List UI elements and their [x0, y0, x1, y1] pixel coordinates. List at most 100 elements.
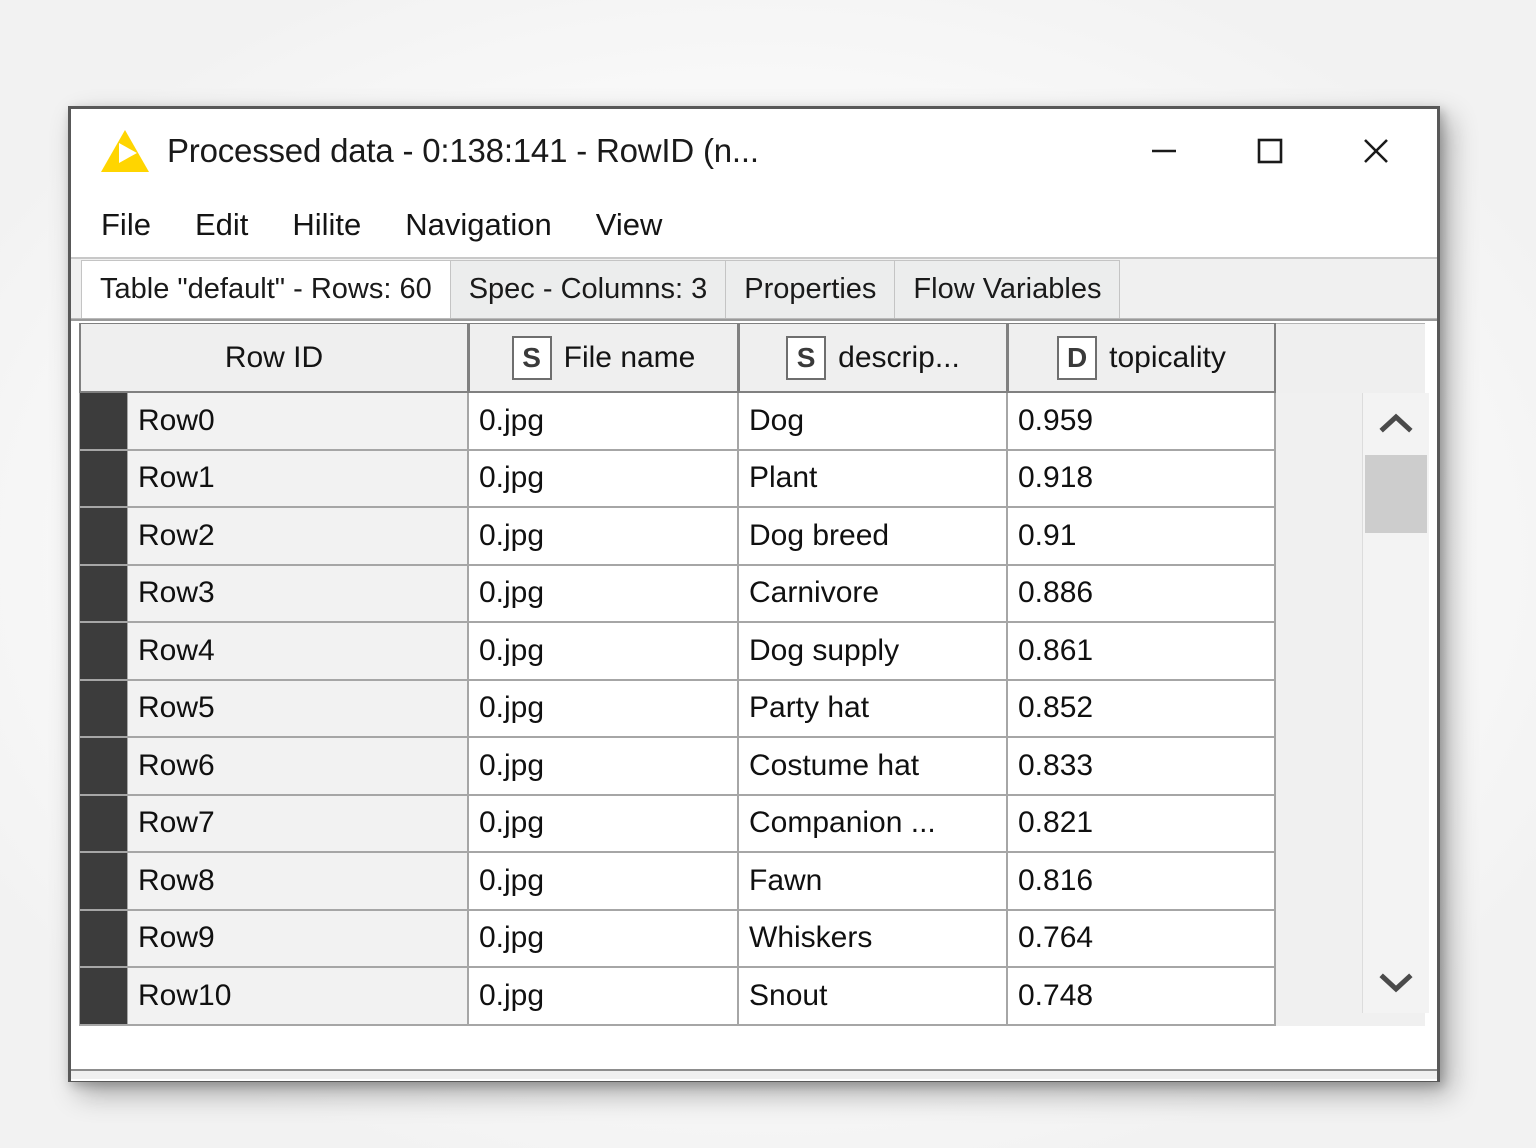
string-type-icon: S	[511, 335, 552, 380]
table-viewer-window: Processed data - 0:138:141 - RowID (n...	[68, 106, 1440, 1082]
cell-file-name: 0.jpg	[469, 968, 739, 1026]
cell-topicality: 0.833	[1008, 738, 1276, 796]
cell-file-name: 0.jpg	[469, 853, 739, 911]
menu-item-edit[interactable]: Edit	[195, 207, 248, 243]
row-color-marker	[79, 508, 127, 566]
cell-row-id: Row10	[127, 968, 469, 1026]
data-table: Row ID S File name S descrip... D topica…	[79, 323, 1425, 1081]
cell-topicality: 0.861	[1008, 623, 1276, 681]
row-color-marker	[79, 795, 127, 853]
tab-properties[interactable]: Properties	[726, 260, 896, 318]
table-row[interactable]: Row7 0.jpg Companion ... 0.821	[79, 795, 1425, 853]
cell-row-id: Row1	[127, 450, 469, 508]
row-color-marker	[79, 565, 127, 623]
cell-file-name: 0.jpg	[469, 910, 739, 968]
table-row[interactable]: Row9 0.jpg Whiskers 0.764	[79, 910, 1425, 968]
cell-topicality: 0.918	[1008, 450, 1276, 508]
row-color-marker	[79, 738, 127, 796]
row-color-marker	[79, 910, 127, 968]
cell-description: Snout	[739, 968, 1008, 1026]
table-row[interactable]: Row8 0.jpg Fawn 0.816	[79, 853, 1425, 911]
cell-topicality: 0.852	[1008, 680, 1276, 738]
menu-item-view[interactable]: View	[596, 207, 663, 243]
table-area: Row ID S File name S descrip... D topica…	[71, 319, 1437, 1081]
column-header-label: File name	[563, 340, 696, 374]
maximize-button[interactable]	[1217, 113, 1323, 189]
scroll-up-button[interactable]	[1363, 393, 1429, 455]
vertical-scrollbar[interactable]	[1362, 393, 1429, 1013]
cell-file-name: 0.jpg	[469, 508, 739, 566]
cell-file-name: 0.jpg	[469, 393, 739, 451]
table-header-row: Row ID S File name S descrip... D topica…	[79, 323, 1425, 393]
cell-file-name: 0.jpg	[469, 795, 739, 853]
cell-topicality: 0.91	[1008, 508, 1276, 566]
cell-topicality: 0.748	[1008, 968, 1276, 1026]
cell-description: Dog	[739, 393, 1008, 451]
column-header-file-name[interactable]: S File name	[469, 323, 739, 393]
cell-row-id: Row4	[127, 623, 469, 681]
table-row[interactable]: Row1 0.jpg Plant 0.918	[79, 450, 1425, 508]
table-body: Row0 0.jpg Dog 0.959 Row1 0.jpg Plant 0.…	[79, 393, 1425, 1026]
row-color-marker	[79, 623, 127, 681]
cell-file-name: 0.jpg	[469, 738, 739, 796]
cell-description: Carnivore	[739, 565, 1008, 623]
tab-spec[interactable]: Spec - Columns: 3	[450, 260, 727, 318]
menu-item-hilite[interactable]: Hilite	[292, 207, 361, 243]
close-button[interactable]	[1323, 113, 1429, 189]
menu-item-navigation[interactable]: Navigation	[405, 207, 551, 243]
tab-table[interactable]: Table "default" - Rows: 60	[81, 260, 451, 318]
minimize-button[interactable]	[1111, 113, 1217, 189]
table-row[interactable]: Row3 0.jpg Carnivore 0.886	[79, 565, 1425, 623]
column-header-filler	[1276, 323, 1425, 393]
knime-triangle-icon	[99, 127, 151, 175]
cell-description: Fawn	[739, 853, 1008, 911]
column-header-row-id[interactable]: Row ID	[79, 323, 469, 393]
menu-item-file[interactable]: File	[101, 207, 151, 243]
cell-description: Dog breed	[739, 508, 1008, 566]
cell-file-name: 0.jpg	[469, 680, 739, 738]
row-color-marker	[79, 393, 127, 451]
cell-description: Party hat	[739, 680, 1008, 738]
table-row[interactable]: Row4 0.jpg Dog supply 0.861	[79, 623, 1425, 681]
string-type-icon: S	[786, 335, 827, 380]
column-header-label: descrip...	[838, 340, 960, 374]
cell-description: Plant	[739, 450, 1008, 508]
table-row[interactable]: Row0 0.jpg Dog 0.959	[79, 393, 1425, 451]
row-color-marker	[79, 680, 127, 738]
table-row[interactable]: Row6 0.jpg Costume hat 0.833	[79, 738, 1425, 796]
menu-bar: File Edit Hilite Navigation View	[71, 193, 1437, 259]
cell-file-name: 0.jpg	[469, 565, 739, 623]
double-type-icon: D	[1057, 335, 1098, 380]
column-header-description[interactable]: S descrip...	[739, 323, 1008, 393]
table-row[interactable]: Row2 0.jpg Dog breed 0.91	[79, 508, 1425, 566]
cell-row-id: Row0	[127, 393, 469, 451]
scrollbar-thumb[interactable]	[1365, 455, 1427, 533]
row-color-marker	[79, 968, 127, 1026]
cell-topicality: 0.764	[1008, 910, 1276, 968]
cell-row-id: Row6	[127, 738, 469, 796]
cell-row-id: Row3	[127, 565, 469, 623]
cell-description: Companion ...	[739, 795, 1008, 853]
window-controls	[1111, 109, 1429, 193]
window-title: Processed data - 0:138:141 - RowID (n...	[167, 132, 759, 169]
cell-row-id: Row5	[127, 680, 469, 738]
cell-file-name: 0.jpg	[469, 623, 739, 681]
column-header-topicality[interactable]: D topicality	[1008, 323, 1276, 393]
cell-topicality: 0.959	[1008, 393, 1276, 451]
scrollbar-track[interactable]	[1363, 455, 1429, 951]
cell-row-id: Row8	[127, 853, 469, 911]
cell-file-name: 0.jpg	[469, 450, 739, 508]
cell-row-id: Row9	[127, 910, 469, 968]
screen: Processed data - 0:138:141 - RowID (n...	[0, 0, 1536, 1148]
table-row-partial[interactable]: Row10 0.jpg Snout 0.748	[79, 968, 1425, 1026]
cell-topicality: 0.886	[1008, 565, 1276, 623]
tab-strip: Table "default" - Rows: 60 Spec - Column…	[71, 259, 1437, 319]
scroll-down-button[interactable]	[1363, 951, 1429, 1013]
table-row[interactable]: Row5 0.jpg Party hat 0.852	[79, 680, 1425, 738]
column-header-label: Row ID	[224, 340, 324, 374]
window-bottom-frame	[71, 1069, 1437, 1079]
row-color-marker	[79, 853, 127, 911]
cell-description: Whiskers	[739, 910, 1008, 968]
cell-topicality: 0.816	[1008, 853, 1276, 911]
tab-flow-variables[interactable]: Flow Variables	[895, 260, 1121, 318]
